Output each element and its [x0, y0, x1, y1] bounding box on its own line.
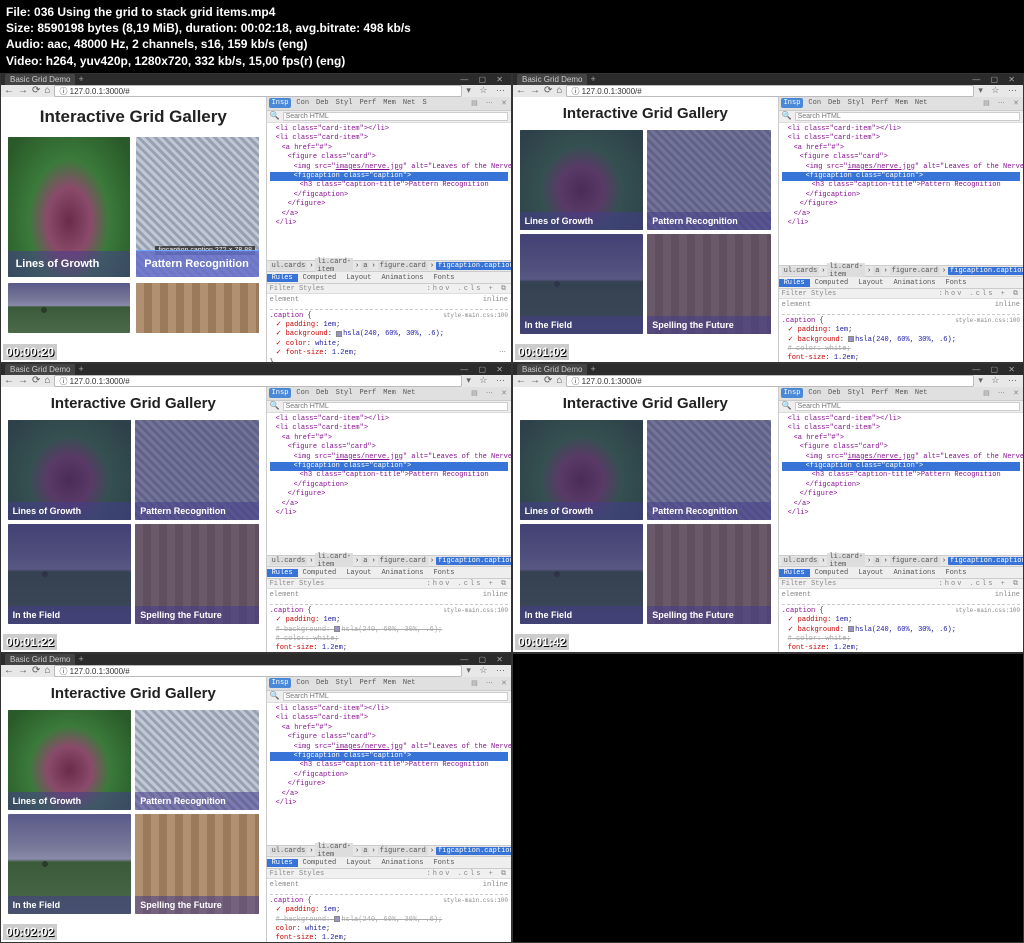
timestamp: 00:02:02	[3, 924, 57, 940]
devtools-filter-bar: Filter Styles :hov .cls + ⧉	[267, 284, 511, 294]
devtools-tab[interactable]: Mem	[381, 99, 398, 107]
reload-icon[interactable]: ⟳	[32, 85, 40, 96]
nav-back-icon[interactable]: ←	[4, 85, 14, 96]
nav-fwd-icon[interactable]: →	[530, 375, 540, 386]
card-blocks[interactable]: Spelling the Future	[647, 234, 771, 334]
home-icon[interactable]: ⌂	[556, 375, 562, 386]
nav-back-icon[interactable]: ←	[516, 375, 526, 386]
devtools-panel: Insp Con Deb Styl Perf Mem Net S ▤ ⋯ ✕ 🔍…	[266, 97, 511, 363]
card-field[interactable]: In the Field	[520, 234, 644, 334]
timestamp: 00:01:22	[3, 634, 57, 650]
dom-selected-node[interactable]: <figcaption class="caption">	[270, 172, 508, 181]
search-icon: 🔍	[270, 111, 280, 121]
page-content: Interactive Grid Gallery Lines of Growth…	[1, 97, 266, 363]
home-icon[interactable]: ⌂	[44, 665, 50, 676]
meta-file-value: 036 Using the grid to stack grid items.m…	[34, 5, 275, 19]
caption-leaf: Lines of Growth	[8, 251, 131, 277]
browser-tab[interactable]: Basic Grid Demo	[5, 74, 75, 85]
search-icon: 🔍	[270, 401, 280, 411]
thumbnail-5: Basic Grid Demo+— ▢ ✕ ←→⟳⌂ⓘ 127.0.0.1:30…	[0, 653, 512, 943]
nav-fwd-icon[interactable]: →	[530, 85, 540, 96]
card-blocks[interactable]	[136, 283, 259, 333]
reload-icon[interactable]: ⟳	[544, 375, 552, 386]
thumbnail-2: Basic Grid Demo + — ▢ ✕ ← → ⟳ ⌂ ⓘ 127.0.…	[512, 73, 1024, 363]
devtools-tab[interactable]: S	[420, 99, 428, 107]
devtools-styles[interactable]: elementinline style-main.css:100 .captio…	[267, 294, 511, 363]
card-nerve[interactable]: Pattern Recognition	[647, 130, 771, 230]
thumbnail-4: Basic Grid Demo+— ▢ ✕ ←→⟳⌂ⓘ 127.0.0.1:30…	[512, 363, 1024, 653]
thumbnail-1: Basic Grid Demo + — ▢ ✕ ← → ⟳ ⌂ ⓘ 127.0.…	[0, 73, 512, 363]
window-controls[interactable]: — ▢ ✕	[460, 75, 507, 84]
timestamp: 00:00:20	[3, 344, 57, 360]
home-icon[interactable]: ⌂	[44, 85, 50, 96]
card-nerve[interactable]: figcaption.caption 272 × 78.88 Pattern R…	[136, 137, 259, 277]
caption-nerve-selected: Pattern Recognition	[136, 251, 259, 277]
timestamp: 00:01:02	[515, 344, 569, 360]
devtools-breadcrumb[interactable]: ul.cards› li.card-item› a› figure.card› …	[267, 260, 511, 272]
card-leaf[interactable]: Lines of Growth	[8, 137, 131, 277]
thumbnail-empty	[512, 653, 1024, 943]
devtools-search: 🔍	[267, 111, 511, 123]
card-leaf[interactable]: Lines of Growth	[520, 130, 644, 230]
home-icon[interactable]: ⌂	[556, 85, 562, 96]
reload-icon[interactable]: ⟳	[32, 665, 40, 676]
thumbnail-3: Basic Grid Demo+— ▢ ✕ ←→⟳⌂ⓘ 127.0.0.1:30…	[0, 363, 512, 653]
search-icon: 🔍	[782, 111, 792, 121]
meta-file-label: File:	[6, 5, 31, 19]
meta-video-label: Video:	[6, 54, 42, 68]
reload-icon[interactable]: ⟳	[32, 375, 40, 386]
devtools-tab-inspector[interactable]: Insp	[269, 98, 292, 108]
nav-fwd-icon[interactable]: →	[18, 85, 28, 96]
browser-window: Basic Grid Demo + — ▢ ✕ ← → ⟳ ⌂ ⓘ 127.0.…	[1, 74, 511, 362]
filter-icons[interactable]: :hov .cls + ⧉	[427, 285, 508, 293]
search-icon: 🔍	[270, 691, 280, 701]
devtools-tab[interactable]: Styl	[334, 99, 355, 107]
field-image	[8, 283, 131, 333]
devtools-search-input[interactable]	[283, 112, 508, 121]
new-tab-icon[interactable]: +	[78, 74, 83, 84]
home-icon[interactable]: ⌂	[44, 375, 50, 386]
devtools-tabs[interactable]: Insp Con Deb Styl Perf Mem Net S ▤ ⋯ ✕	[267, 97, 511, 111]
reload-icon[interactable]: ⟳	[544, 85, 552, 96]
devtools-style-subtabs[interactable]: Rules Computed Layout Animations Fonts	[267, 272, 511, 284]
file-metadata: File: 036 Using the grid to stack grid i…	[0, 0, 1024, 73]
meta-video-value: h264, yuv420p, 1280x720, 332 kb/s, 15,00…	[46, 54, 346, 68]
devtools-dom-tree[interactable]: <li class="card-item"></li> <li class="c…	[267, 123, 511, 260]
nav-fwd-icon[interactable]: →	[18, 375, 28, 386]
nav-back-icon[interactable]: ←	[4, 665, 14, 676]
addr-actions[interactable]: ▾ ☆ ⋯	[466, 85, 508, 96]
devtools-tab[interactable]: Net	[401, 99, 418, 107]
timestamp: 00:01:42	[515, 634, 569, 650]
page-title: Interactive Grid Gallery	[563, 105, 728, 122]
devtools-tab[interactable]: Con	[294, 99, 311, 107]
meta-audio-label: Audio:	[6, 37, 44, 51]
watermark: ⋯	[499, 349, 507, 358]
nav-back-icon[interactable]: ←	[4, 375, 14, 386]
devtools-tab[interactable]: Perf	[357, 99, 378, 107]
page-title: Interactive Grid Gallery	[40, 107, 227, 127]
nav-back-icon[interactable]: ←	[516, 85, 526, 96]
meta-size-label: Size:	[6, 21, 34, 35]
filter-label: Filter Styles	[270, 285, 325, 293]
thumbnail-grid: Basic Grid Demo + — ▢ ✕ ← → ⟳ ⌂ ⓘ 127.0.…	[0, 73, 1024, 943]
search-icon: 🔍	[782, 401, 792, 411]
address-bar: ← → ⟳ ⌂ ⓘ 127.0.0.1:3000/# ▾ ☆ ⋯	[1, 85, 511, 97]
window-titlebar[interactable]: Basic Grid Demo + — ▢ ✕	[513, 74, 1023, 85]
url-field[interactable]: ⓘ 127.0.0.1:3000/#	[54, 85, 462, 97]
meta-audio-value: aac, 48000 Hz, 2 channels, s16, 159 kb/s…	[47, 37, 307, 51]
card-field[interactable]	[8, 283, 131, 333]
gallery-grid: Lines of Growth figcaption.caption 272 ×…	[8, 137, 259, 333]
window-titlebar[interactable]: Basic Grid Demo + — ▢ ✕	[1, 74, 511, 85]
devtools-toolbar-icons[interactable]: ▤ ⋯ ✕	[471, 99, 509, 108]
blocks-image	[136, 283, 259, 333]
nav-fwd-icon[interactable]: →	[18, 665, 28, 676]
meta-size-value: 8590198 bytes (8,19 MiB), duration: 00:0…	[37, 21, 411, 35]
devtools-tab[interactable]: Deb	[314, 99, 331, 107]
